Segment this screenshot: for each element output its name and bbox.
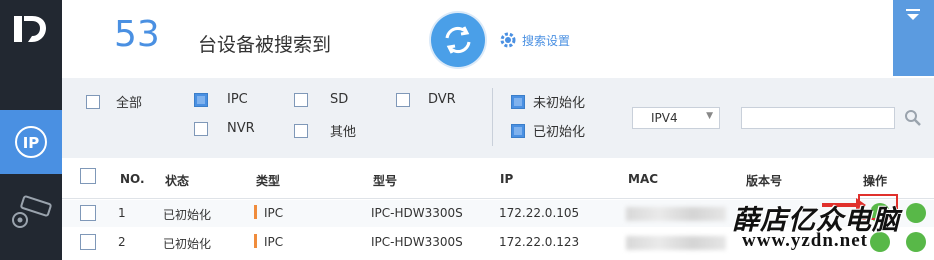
filter-other[interactable]: 其他	[294, 121, 356, 140]
column-no: NO.	[120, 172, 145, 186]
row-no: 1	[118, 206, 126, 220]
filter-nvr[interactable]: NVR	[194, 121, 255, 136]
row-model: IPC-HDW3300S	[371, 235, 463, 249]
web-button[interactable]	[906, 232, 926, 252]
svg-text:IP: IP	[23, 134, 40, 152]
column-status: 状态	[165, 174, 190, 188]
row-status: 已初始化	[163, 237, 212, 251]
row-mac-blurred	[626, 207, 726, 221]
filter-initialized-checkbox[interactable]	[511, 123, 525, 138]
row-type: IPC	[264, 206, 284, 220]
dahua-logo-icon	[14, 16, 46, 42]
column-mac: MAC	[628, 172, 659, 186]
filter-divider	[492, 88, 493, 146]
ip-device-icon: IP	[15, 126, 47, 158]
filter-all[interactable]: 全部	[86, 92, 142, 111]
row-ip: 172.22.0.105	[499, 206, 580, 220]
filter-other-label: 其他	[330, 125, 357, 140]
device-count: 53	[114, 14, 160, 55]
filter-ipc[interactable]: IPC	[194, 92, 248, 107]
row-checkbox[interactable]	[80, 205, 96, 221]
filter-dvr-label: DVR	[428, 92, 456, 107]
menu-dropdown-button[interactable]	[893, 0, 934, 76]
ip-version-select[interactable]: IPV4 ▼	[632, 107, 720, 129]
row-status: 已初始化	[163, 208, 212, 222]
watermark-url: www.yzdn.net	[742, 230, 869, 251]
type-marker	[254, 234, 257, 248]
filter-uninitialized-checkbox[interactable]	[511, 94, 525, 109]
refresh-icon	[445, 26, 471, 54]
filter-sd-checkbox[interactable]	[294, 92, 308, 107]
filter-ipc-checkbox[interactable]	[194, 92, 208, 107]
search-input[interactable]	[741, 107, 895, 129]
filter-sd[interactable]: SD	[294, 92, 348, 107]
row-mac-blurred	[626, 236, 726, 250]
chevron-down-icon: ▼	[706, 111, 713, 121]
row-checkbox[interactable]	[80, 234, 96, 250]
sidebar-item-camera-config[interactable]	[0, 186, 62, 246]
column-version: 版本号	[746, 174, 783, 188]
row-ip: 172.22.0.123	[499, 235, 580, 249]
column-model: 型号	[373, 174, 398, 188]
filter-initialized[interactable]: 已初始化	[511, 121, 585, 140]
filter-nvr-checkbox[interactable]	[194, 121, 208, 136]
row-no: 2	[118, 235, 126, 249]
ip-version-value: IPV4	[651, 111, 678, 125]
type-marker	[254, 205, 257, 219]
select-all-checkbox[interactable]	[80, 168, 96, 184]
column-type: 类型	[256, 174, 281, 188]
filter-all-checkbox[interactable]	[86, 94, 100, 109]
sidebar: IP	[0, 0, 62, 260]
web-button[interactable]	[906, 203, 926, 223]
refresh-button[interactable]	[431, 13, 485, 67]
search-icon[interactable]	[904, 109, 922, 127]
search-settings-link[interactable]: 搜索设置	[499, 30, 570, 50]
device-count-label: 台设备被搜索到	[198, 34, 332, 56]
search-settings-label: 搜索设置	[522, 33, 571, 48]
table-header	[62, 158, 934, 199]
filter-nvr-label: NVR	[227, 121, 255, 136]
filter-uninitialized[interactable]: 未初始化	[511, 92, 585, 111]
column-operation: 操作	[863, 174, 888, 188]
column-ip: IP	[500, 172, 514, 186]
chevron-down-icon	[906, 9, 920, 20]
filter-uninitialized-label: 未初始化	[533, 96, 586, 111]
filter-ipc-label: IPC	[227, 92, 248, 107]
gear-icon	[500, 32, 516, 48]
filter-all-label: 全部	[116, 96, 143, 111]
sidebar-item-device-search[interactable]: IP	[0, 110, 62, 174]
filter-dvr-checkbox[interactable]	[396, 92, 410, 107]
filter-dvr[interactable]: DVR	[396, 92, 456, 107]
filter-sd-label: SD	[330, 92, 349, 107]
filter-other-checkbox[interactable]	[294, 123, 308, 138]
filter-initialized-label: 已初始化	[533, 125, 586, 140]
camera-settings-icon	[12, 195, 52, 228]
row-type: IPC	[264, 235, 284, 249]
row-model: IPC-HDW3300S	[371, 206, 463, 220]
